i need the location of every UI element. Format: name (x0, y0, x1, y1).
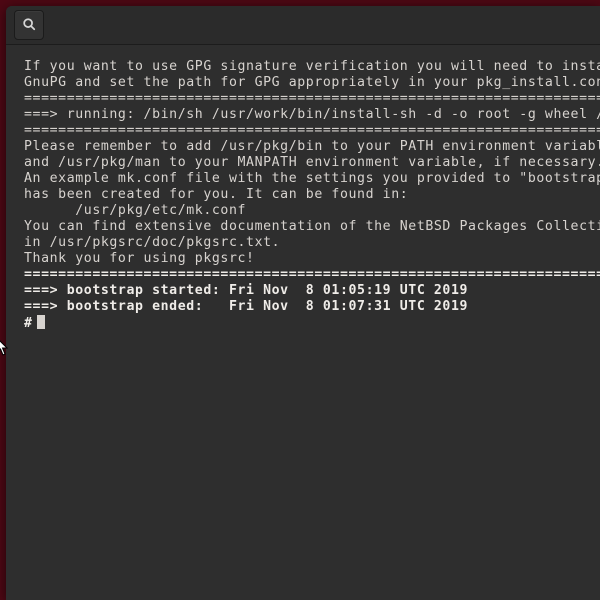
terminal-window: If you want to use GPG signature verific… (6, 6, 600, 600)
search-icon (22, 16, 36, 35)
terminal-line: An example mk.conf file with the setting… (24, 171, 600, 187)
terminal-line: ========================================… (24, 123, 600, 139)
terminal-line: Thank you for using pkgsrc! (24, 251, 600, 267)
terminal-line: Please remember to add /usr/pkg/bin to y… (24, 139, 600, 155)
text-cursor (37, 315, 45, 329)
terminal-line: /usr/pkg/etc/mk.conf (24, 203, 600, 219)
terminal-line: You can find extensive documentation of … (24, 219, 600, 235)
terminal-line: ========================================… (24, 91, 600, 107)
terminal-line: ===> bootstrap ended: Fri Nov 8 01:07:31… (24, 299, 600, 315)
search-button[interactable] (14, 10, 44, 40)
terminal-line: ===> bootstrap started: Fri Nov 8 01:05:… (24, 283, 600, 299)
terminal-output[interactable]: If you want to use GPG signature verific… (6, 45, 600, 600)
terminal-line: in /usr/pkgsrc/doc/pkgsrc.txt. (24, 235, 600, 251)
terminal-line: ===> running: /bin/sh /usr/work/bin/inst… (24, 107, 600, 123)
terminal-line: has been created for you. It can be foun… (24, 187, 600, 203)
terminal-line: GnuPG and set the path for GPG appropria… (24, 75, 600, 91)
terminal-line: ========================================… (24, 267, 600, 283)
terminal-line: If you want to use GPG signature verific… (24, 59, 600, 75)
shell-prompt[interactable]: # (24, 315, 600, 332)
titlebar (6, 6, 600, 45)
terminal-line: and /usr/pkg/man to your MANPATH environ… (24, 155, 600, 171)
